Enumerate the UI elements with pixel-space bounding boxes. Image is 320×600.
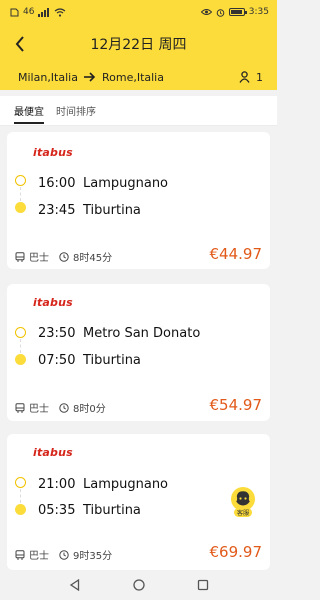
duration-label: 8时0分 [73,404,106,415]
arrival-station: Tiburtina [83,503,141,518]
departure-station: Lampugnano [83,176,169,191]
passenger-count[interactable]: 1 [239,71,263,84]
customer-service-icon: 客服 [231,487,255,517]
status-left: 46 [10,7,66,17]
departure-time: 21:00 [38,477,76,492]
arrow-right-icon [83,72,96,82]
departure-dot-icon [15,327,26,338]
departure-dot-icon [15,477,26,488]
person-icon [239,71,250,83]
status-right: 3:35 [200,7,269,17]
status-bar: 46 3:35 [0,0,277,24]
arrival-station: Tiburtina [83,203,141,218]
operator-logo: itabus [33,146,73,159]
header: 12月22日 周四 [0,24,277,64]
page-title: 12月22日 周四 [90,37,187,53]
route-line [20,339,21,353]
route-destination: Rome,Italia [101,70,164,84]
recents-square-icon[interactable] [197,579,209,591]
wifi-icon [55,7,66,17]
clock-icon [59,251,69,262]
battery-icon [228,8,247,16]
sim-icon [10,8,19,16]
route-line [20,187,21,201]
arrival-dot-icon [15,354,26,365]
trip-meta: 巴士 8时45分 [15,249,112,264]
duration-label: 8时45分 [73,253,113,264]
trip-price: €54.97 [209,396,263,414]
vehicle-label: 巴士 [29,551,49,562]
route-origin: Milan,Italia [18,70,78,84]
arrival-dot-icon [15,202,26,213]
bus-icon [15,251,25,262]
arrival-time: 23:45 [38,203,76,218]
trip-card[interactable]: itabus 16:00 Lampugnano 23:45 Tiburtina … [7,132,270,269]
customer-service-label: 客服 [237,509,249,517]
departure-dot-icon [15,175,26,186]
vehicle-label: 巴士 [29,404,49,415]
clock-icon [59,549,69,560]
trip-duration: 8时45分 [59,249,112,264]
arrival-time: 07:50 [38,353,76,368]
tab-time-sort[interactable]: 时间排序 [56,97,96,124]
trip-meta: 巴士 9时35分 [15,547,112,562]
trip-card[interactable]: itabus 23:50 Metro San Donato 07:50 Tibu… [7,284,270,421]
departure-station: Metro San Donato [83,326,201,341]
vehicle-type: 巴士 [15,400,49,415]
customer-service-button[interactable]: 客服 [230,486,256,518]
route-summary[interactable]: Milan,Italia Rome,Italia 1 [0,64,277,90]
clock-icon [59,402,69,413]
signal-text: 46 [23,7,35,17]
route-line [20,489,21,503]
trip-meta: 巴士 8时0分 [15,400,106,415]
vehicle-label: 巴士 [29,253,49,264]
departure-time: 16:00 [38,176,76,191]
alarm-icon [216,8,225,17]
back-triangle-icon[interactable] [69,579,81,591]
duration-label: 9时35分 [73,551,113,562]
operator-logo: itabus [33,296,73,309]
tab-cheapest[interactable]: 最便宜 [14,97,44,124]
sort-tabs: 最便宜 时间排序 [0,96,277,126]
trip-duration: 9时35分 [59,547,112,562]
signal-icon [38,7,50,17]
arrival-station: Tiburtina [83,353,141,368]
passenger-count-value: 1 [256,70,263,84]
trip-duration: 8时0分 [59,400,106,415]
clock: 3:35 [248,7,269,17]
arrival-time: 05:35 [38,503,76,518]
trip-price: €44.97 [209,245,263,263]
departure-time: 23:50 [38,326,76,341]
bus-icon [15,549,25,560]
vehicle-type: 巴士 [15,547,49,562]
operator-logo: itabus [33,446,73,459]
back-button[interactable] [8,32,32,56]
trip-price: €69.97 [209,543,263,561]
chevron-left-icon [15,36,24,52]
bus-icon [15,402,25,413]
vehicle-type: 巴士 [15,249,49,264]
home-circle-icon[interactable] [132,579,145,591]
arrival-dot-icon [15,504,26,515]
system-nav-bar [0,570,277,600]
eye-icon [200,9,212,15]
departure-station: Lampugnano [83,477,169,492]
